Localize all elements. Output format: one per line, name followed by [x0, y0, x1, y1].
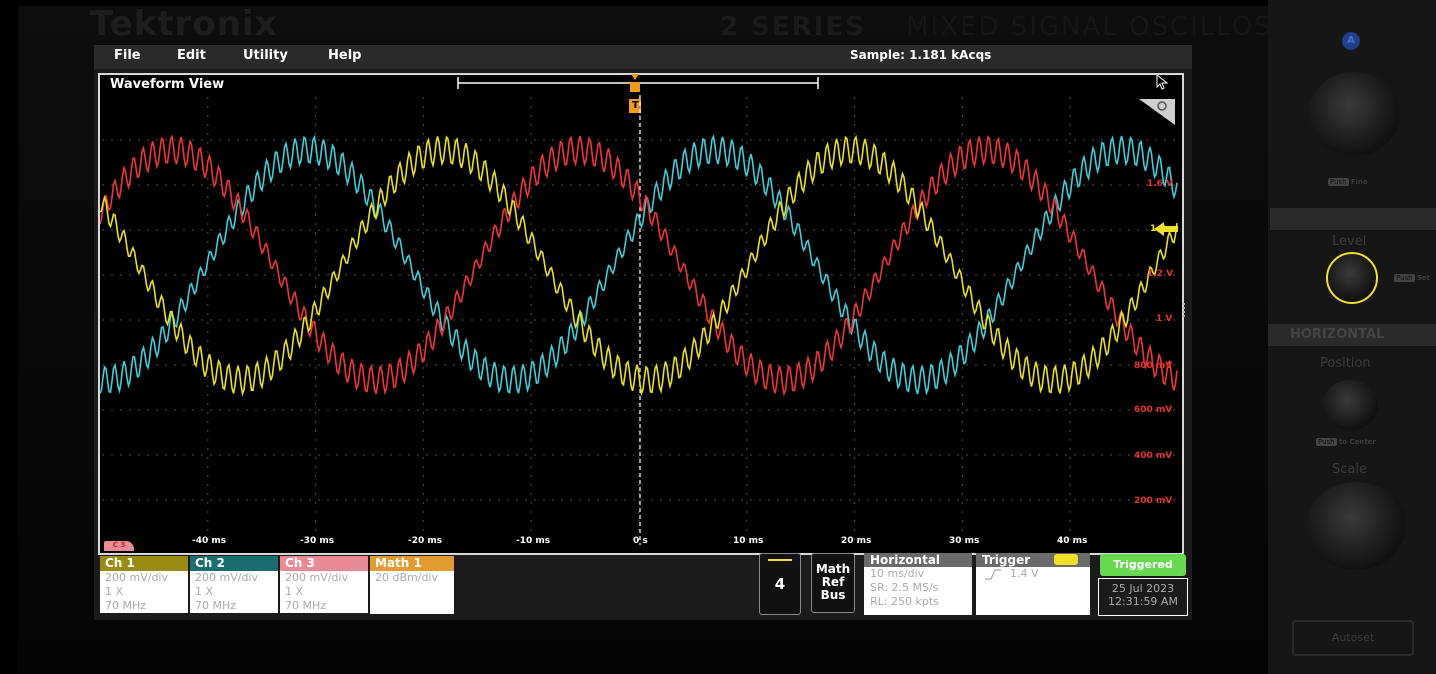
- acquisition-count: Sample: 1.181 kAcqs: [850, 48, 992, 62]
- channel-color-bar: [768, 559, 792, 561]
- push-center-label: Push to Center: [1316, 438, 1376, 446]
- menu-utility[interactable]: Utility: [243, 48, 288, 63]
- date: 25 Jul 2023: [1111, 582, 1175, 595]
- math1-label: Math 1: [370, 556, 454, 571]
- panel-strip: [1270, 208, 1436, 230]
- horizontal-section-label: HORIZONTAL: [1268, 324, 1436, 346]
- x-tick: -40 ms: [192, 536, 227, 546]
- acquisition-state-badge[interactable]: Triggered: [1100, 554, 1186, 576]
- y-tick: 1.2 V: [1147, 269, 1174, 279]
- x-tick: -20 ms: [408, 536, 443, 546]
- ch1-badge[interactable]: Ch 1 200 mV/div 1 X 70 MHz: [100, 556, 188, 616]
- series-name: 2 SERIES: [720, 12, 866, 42]
- add-channel-button[interactable]: 4: [759, 553, 801, 615]
- position-label: Position: [1320, 356, 1371, 371]
- ch3-label: Ch 3: [280, 556, 368, 571]
- push-set-label: Push Set: [1394, 274, 1430, 282]
- ch1-probe: 1 X: [100, 585, 188, 599]
- math1-scale: 20 dBm/div: [370, 571, 454, 614]
- ch1-label: Ch 1: [100, 556, 188, 571]
- waveform-view-title: Waveform View: [110, 77, 225, 92]
- y-tick: 1.6 V: [1147, 179, 1174, 189]
- math-ref-bus-button[interactable]: Math Ref Bus: [811, 553, 855, 613]
- channel-count: 4: [774, 575, 786, 593]
- bus-label: Bus: [820, 588, 846, 602]
- level-label: Level: [1332, 234, 1367, 249]
- trigger-level: 1.4 V: [1010, 567, 1039, 580]
- cursor-icon[interactable]: [1155, 74, 1169, 90]
- horizontal-position-knob[interactable]: [1322, 380, 1378, 430]
- x-tick: 40 ms: [1057, 536, 1088, 546]
- ch2-badge[interactable]: Ch 2 200 mV/div 1 X 70 MHz: [190, 556, 278, 616]
- menu-file[interactable]: File: [114, 48, 141, 63]
- trigger-level-knob[interactable]: [1326, 252, 1378, 304]
- time: 12:31:59 AM: [1108, 595, 1178, 608]
- trigger-title: Trigger: [982, 553, 1031, 567]
- menu-help[interactable]: Help: [328, 48, 361, 63]
- horizontal-scale-knob[interactable]: [1306, 482, 1406, 570]
- x-tick: 30 ms: [949, 536, 980, 546]
- series-label: 2 SERIES MIXED SIGNAL OSCILLOSCOPE: [720, 12, 1352, 42]
- autoset-button[interactable]: Autoset: [1292, 620, 1414, 656]
- ch3-bandwidth: 70 MHz: [280, 599, 368, 613]
- trigger-level-label: 1.4: [1150, 224, 1166, 234]
- y-tick: 1 V: [1156, 314, 1173, 324]
- menu-bar: File Edit Utility Help Sample: 1.181 kAc…: [94, 45, 1192, 69]
- ch1-scale: 200 mV/div: [100, 571, 188, 585]
- trigger-level-row: 1.4 V: [976, 567, 1090, 581]
- ch3-ground-marker[interactable]: C 3: [104, 541, 134, 551]
- ch2-label: Ch 2: [190, 556, 278, 571]
- push-fine-label: Push Fine: [1328, 178, 1368, 186]
- trigger-source-chip: [1054, 554, 1078, 565]
- trigger-header: Trigger: [976, 553, 1090, 567]
- horizontal-scale: 10 ms/div: [870, 567, 925, 580]
- ch3-badge[interactable]: Ch 3 200 mV/div 1 X 70 MHz: [280, 556, 368, 616]
- x-tick: -30 ms: [300, 536, 335, 546]
- brand-logo: Tektronix: [90, 4, 278, 44]
- ch1-bandwidth: 70 MHz: [100, 599, 188, 613]
- horizontal-title: Horizontal: [864, 553, 972, 567]
- trigger-badge[interactable]: Trigger 1.4 V: [976, 553, 1090, 615]
- y-tick: 800 mV: [1134, 361, 1173, 371]
- y-tick: 200 mV: [1134, 496, 1173, 506]
- rising-edge-icon: [985, 569, 1001, 580]
- y-tick: 400 mV: [1134, 451, 1173, 461]
- x-tick: 20 ms: [841, 536, 872, 546]
- sample-rate: SR: 2.5 MS/s: [870, 581, 939, 594]
- scroll-handle[interactable]: [1183, 303, 1189, 317]
- x-tick: 10 ms: [733, 536, 764, 546]
- ch3-scale: 200 mV/div: [280, 571, 368, 585]
- ch1-trace: [100, 134, 1178, 397]
- y-tick: 600 mV: [1134, 405, 1173, 415]
- ch2-bandwidth: 70 MHz: [190, 599, 278, 613]
- a-knob-indicator: A: [1342, 32, 1360, 50]
- math1-badge[interactable]: Math 1 20 dBm/div: [370, 556, 454, 616]
- ch3-probe: 1 X: [280, 585, 368, 599]
- date-time[interactable]: 25 Jul 2023 12:31:59 AM: [1098, 578, 1188, 616]
- waveform-plot[interactable]: [100, 95, 1178, 545]
- menu-edit[interactable]: Edit: [177, 48, 206, 63]
- horizontal-badge[interactable]: Horizontal 10 ms/div SR: 2.5 MS/s RL: 25…: [864, 553, 972, 615]
- record-length: RL: 250 kpts: [870, 595, 939, 608]
- ch2-scale: 200 mV/div: [190, 571, 278, 585]
- x-tick: 0 s: [633, 536, 648, 546]
- multipurpose-knob-a[interactable]: [1308, 72, 1400, 156]
- front-panel: A Push Fine Level Push Set HORIZONTAL Po…: [1268, 0, 1436, 674]
- scale-label: Scale: [1332, 462, 1367, 477]
- ch2-probe: 1 X: [190, 585, 278, 599]
- x-tick: -10 ms: [516, 536, 551, 546]
